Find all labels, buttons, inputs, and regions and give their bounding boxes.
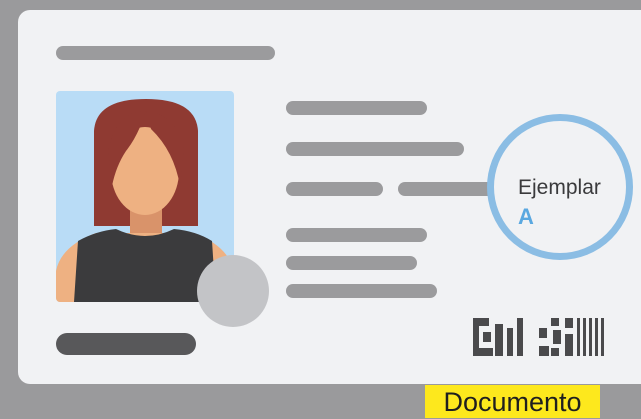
info-line-3b xyxy=(398,182,498,196)
info-line-3a xyxy=(286,182,383,196)
header-placeholder-bar xyxy=(56,46,275,60)
stamp-text: Ejemplar xyxy=(518,176,601,199)
signature-placeholder-bar xyxy=(56,333,196,355)
info-line-6 xyxy=(286,284,437,298)
info-line-5 xyxy=(286,256,417,270)
stamp-letter: A xyxy=(518,204,534,229)
info-line-2 xyxy=(286,142,464,156)
document-label: Documento xyxy=(425,385,600,418)
barcode-icon xyxy=(473,318,604,356)
seal-circle xyxy=(197,255,269,327)
info-line-1 xyxy=(286,101,427,115)
info-line-4 xyxy=(286,228,427,242)
